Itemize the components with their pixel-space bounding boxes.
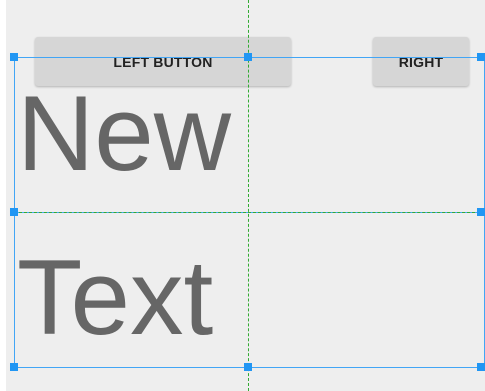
resize-handle-top-left[interactable] <box>10 53 18 61</box>
resize-handle-mid-left[interactable] <box>10 208 18 216</box>
resize-handle-mid-right[interactable] <box>477 208 485 216</box>
selection-frame-top <box>14 57 485 213</box>
layout-design-surface: LEFT BUTTON RIGHT New Text <box>0 0 485 391</box>
selection-frame-bottom <box>14 212 485 368</box>
resize-handle-top-center[interactable] <box>244 53 252 61</box>
horizontal-guide-line <box>14 212 485 213</box>
resize-handle-bottom-left[interactable] <box>10 363 18 371</box>
resize-handle-top-right[interactable] <box>477 53 485 61</box>
resize-handle-bottom-right[interactable] <box>477 363 485 371</box>
resize-handle-bottom-center[interactable] <box>244 363 252 371</box>
